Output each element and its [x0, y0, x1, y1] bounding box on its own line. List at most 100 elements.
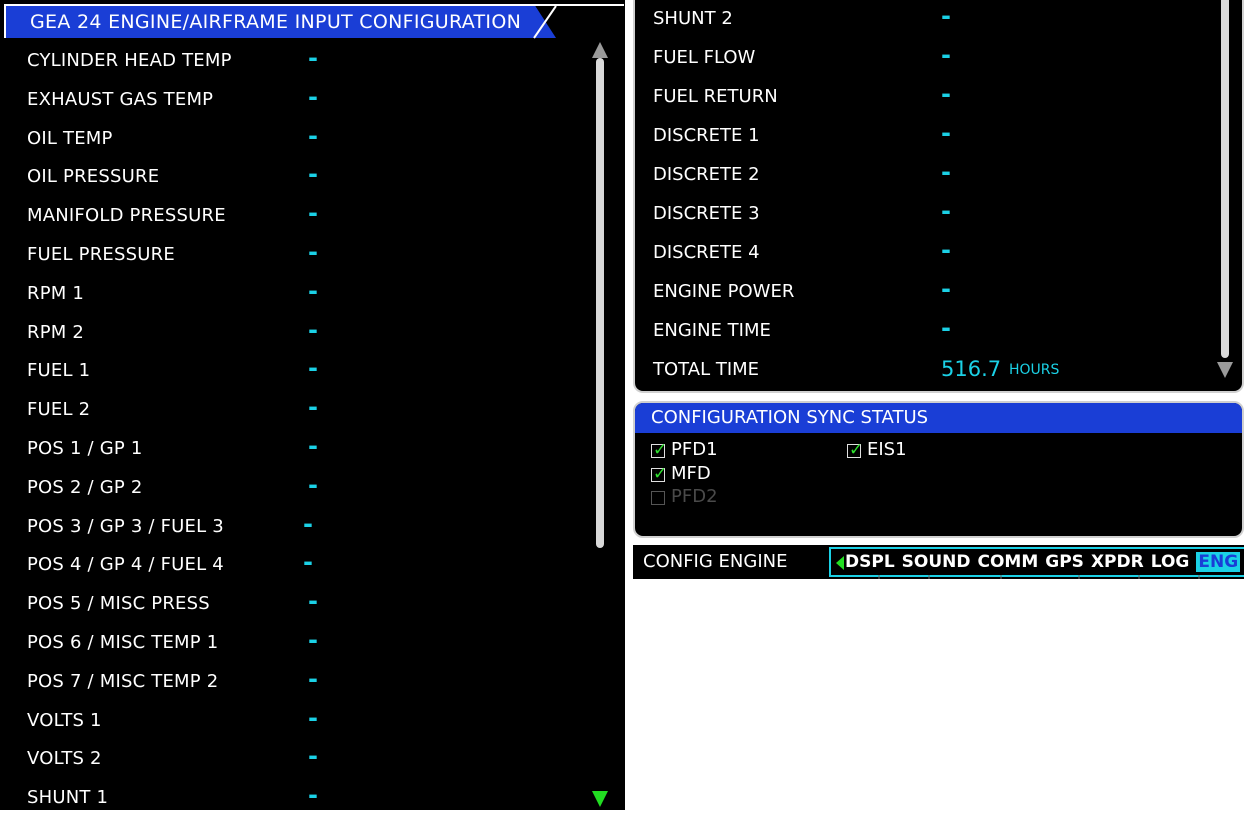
input-row[interactable]: FUEL PRESSURE - [0, 236, 590, 275]
input-row[interactable]: POS 4 / GP 4 / FUEL 4 - [0, 546, 590, 585]
input-row[interactable]: MANIFOLD PRESSURE - [0, 197, 590, 236]
input-row[interactable]: VOLTS 1 - [0, 702, 590, 741]
input-label: POS 3 / GP 3 / FUEL 3 [27, 515, 224, 537]
page-tabs: DSPL SOUND COMM GPS XPDR LOG ENG [845, 552, 1241, 572]
input-label: POS 2 / GP 2 [27, 476, 143, 498]
input-label: OIL PRESSURE [27, 166, 160, 188]
input-row[interactable]: FUEL FLOW - [635, 39, 1215, 76]
scrollbar-thumb[interactable] [596, 58, 604, 548]
input-label: POS 7 / MISC TEMP 2 [27, 670, 219, 692]
input-label: FUEL 1 [27, 360, 91, 382]
input-label: RPM 2 [27, 321, 85, 343]
input-value: - [308, 470, 318, 499]
input-row[interactable]: RPM 2 - [0, 314, 590, 353]
input-label: FUEL 2 [27, 399, 91, 421]
sync-label: PFD1 [671, 439, 718, 460]
input-row[interactable]: POS 3 / GP 3 / FUEL 3 - [0, 508, 590, 547]
input-row[interactable]: ENGINE TIME - [635, 312, 1215, 349]
input-row[interactable]: POS 2 / GP 2 - [0, 469, 590, 508]
tab-log[interactable]: LOG [1151, 552, 1190, 572]
input-label: FUEL FLOW [653, 47, 756, 68]
input-value: - [941, 41, 951, 69]
scroll-up-icon[interactable] [592, 42, 608, 58]
checkbox-icon: ✓ [651, 464, 668, 484]
input-label: VOLTS 2 [27, 748, 102, 770]
input-value: - [308, 44, 318, 72]
input-value: - [941, 275, 951, 303]
input-row[interactable]: VOLTS 2 - [0, 740, 590, 779]
input-row[interactable]: POS 5 / MISC PRESS - [0, 585, 590, 624]
input-row[interactable]: POS 6 / MISC TEMP 1 - [0, 624, 590, 663]
input-label: VOLTS 1 [27, 709, 102, 731]
input-list: CYLINDER HEAD TEMP - EXHAUST GAS TEMP - OIL … [0, 42, 590, 818]
input-row[interactable]: CYLINDER HEAD TEMP - [0, 42, 590, 81]
triangle-left-icon[interactable] [836, 556, 844, 570]
input-row[interactable]: RPM 1 - [0, 275, 590, 314]
input-label: POS 5 / MISC PRESS [27, 593, 210, 615]
input-value: - [308, 82, 318, 111]
page-name: CONFIG ENGINE [643, 551, 788, 572]
input-row[interactable]: FUEL 2 - [0, 391, 590, 430]
engine-input-config-panel: GEA 24 ENGINE/AIRFRAME INPUT CONFIGURATI… [0, 0, 625, 810]
input-label: DISCRETE 2 [653, 164, 760, 185]
input-value: - [308, 587, 318, 616]
panel-header: GEA 24 ENGINE/AIRFRAME INPUT CONFIGURATI… [4, 4, 556, 38]
input-label: POS 1 / GP 1 [27, 437, 143, 459]
input-row[interactable]: OIL TEMP - [0, 120, 590, 159]
input-label: MANIFOLD PRESSURE [27, 205, 226, 227]
sync-header: CONFIGURATION SYNC STATUS [635, 403, 1242, 433]
input-row[interactable]: DISCRETE 2 - [635, 156, 1215, 193]
input-row[interactable]: OIL PRESSURE - [0, 158, 590, 197]
input-value: - [941, 2, 951, 30]
input-label: DISCRETE 3 [653, 203, 760, 224]
panel-title: GEA 24 ENGINE/AIRFRAME INPUT CONFIGURATI… [30, 11, 522, 33]
input-row[interactable]: DISCRETE 4 - [635, 234, 1215, 271]
checkbox-icon: ✓ [847, 440, 864, 460]
input-row[interactable]: EXHAUST GAS TEMP - [0, 81, 590, 120]
input-row[interactable]: ENGINE POWER - [635, 273, 1215, 310]
input-row[interactable]: SHUNT 1 - [0, 779, 590, 818]
input-label: FUEL RETURN [653, 86, 778, 107]
tab-sound[interactable]: SOUND [902, 552, 971, 572]
input-value: - [308, 276, 318, 305]
config-sync-status-panel: CONFIGURATION SYNC STATUS ✓ PFD1 ✓ EIS1 … [633, 401, 1244, 538]
input-value: - [941, 158, 951, 186]
engine-input-config-panel-continued: SHUNT 2- FUEL FLOW - FUEL RETURN - DISCRETE 1… [633, 0, 1244, 393]
total-time-value: 516.7 [941, 357, 1002, 381]
input-label: EXHAUST GAS TEMP [27, 88, 214, 110]
input-value: - [303, 509, 313, 538]
input-row[interactable]: POS 1 / GP 1 - [0, 430, 590, 469]
input-label: ENGINE POWER [653, 281, 795, 302]
scrollbar-thumb[interactable] [1221, 0, 1229, 358]
sync-title: CONFIGURATION SYNC STATUS [651, 407, 929, 428]
input-label: OIL TEMP [27, 127, 113, 149]
input-row[interactable]: DISCRETE 1 - [635, 117, 1215, 154]
input-row[interactable]: FUEL RETURN - [635, 78, 1215, 115]
input-value: - [308, 431, 318, 460]
tab-dspl[interactable]: DSPL [845, 552, 895, 572]
tab-xpdr[interactable]: XPDR [1091, 552, 1144, 572]
input-value: - [303, 548, 313, 577]
input-row[interactable]: POS 7 / MISC TEMP 2 - [0, 663, 590, 702]
input-value: - [308, 393, 318, 422]
checkbox-icon: ✓ [651, 440, 668, 460]
input-row[interactable]: SHUNT 2 - [635, 0, 1215, 37]
input-label: SHUNT 2 [653, 8, 733, 29]
input-value: - [308, 742, 318, 771]
input-value: - [308, 237, 318, 266]
total-time-label: TOTAL TIME [653, 359, 760, 380]
input-value: - [308, 703, 318, 732]
input-value: - [308, 664, 318, 693]
scroll-down-icon[interactable] [592, 791, 608, 807]
tab-eng[interactable]: ENG [1196, 552, 1241, 572]
input-label: CYLINDER HEAD TEMP [27, 50, 232, 71]
input-value: - [308, 199, 318, 228]
tab-gps[interactable]: GPS [1045, 552, 1084, 572]
input-value: - [308, 781, 318, 810]
total-time-row[interactable]: TOTAL TIME 516.7 HOURS [635, 351, 1215, 388]
scroll-down-icon[interactable] [1217, 362, 1233, 378]
header-rule [534, 4, 624, 6]
tab-comm[interactable]: COMM [978, 552, 1039, 572]
input-row[interactable]: DISCRETE 3 - [635, 195, 1215, 232]
input-row[interactable]: FUEL 1 - [0, 352, 590, 391]
